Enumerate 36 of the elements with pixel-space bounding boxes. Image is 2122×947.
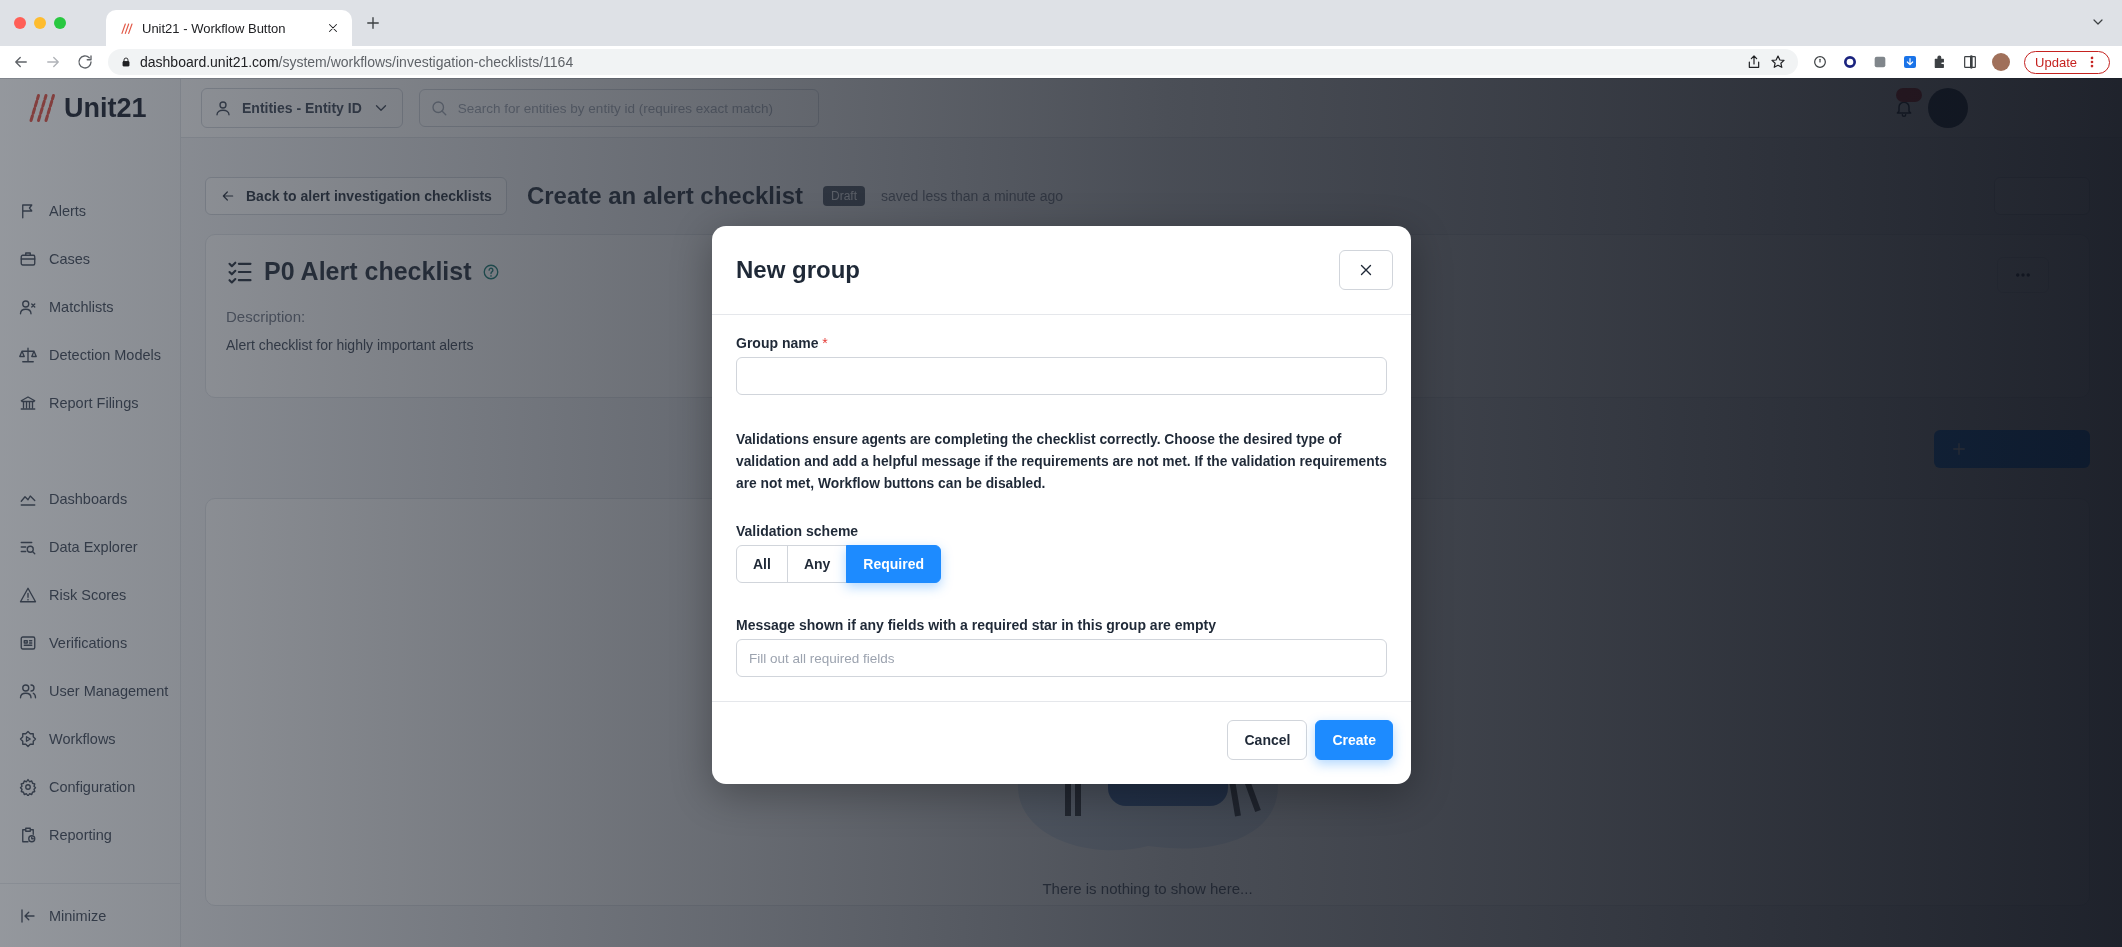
close-icon — [326, 21, 340, 35]
help-text: Validations ensure agents are completing the checklist correctly. Choose the desired type of validation and add a helpful message if the requirements are not met. If the validation requirements are not met, Workflow buttons can be disabled. — [736, 431, 1387, 493]
update-button[interactable]: Update — [2024, 50, 2110, 74]
description-label: Description: — [226, 308, 307, 325]
description-text: Alert checklist for highly important alerts — [226, 337, 474, 353]
create-button[interactable]: Create — [1315, 720, 1393, 760]
lock-icon — [120, 56, 132, 68]
cancel-button[interactable]: Cancel — [1227, 720, 1308, 760]
address-bar[interactable]: dashboard.unit21.com/system/workflows/investigation-checklists/1164 — [108, 49, 1799, 75]
star-icon — [1770, 54, 1787, 70]
reload-icon — [76, 53, 94, 71]
profile-avatar[interactable] — [1992, 53, 2011, 71]
close-window-button[interactable] — [14, 17, 26, 29]
segment-option[interactable]: All — [736, 545, 788, 583]
logo-icon — [118, 20, 134, 36]
dialog-title: New group — [736, 256, 860, 284]
segment-option[interactable]: Any — [786, 545, 848, 583]
plus-icon — [364, 14, 382, 32]
segment-option[interactable]: Required — [846, 545, 942, 583]
download-icon — [1902, 54, 1919, 70]
zoom-window-button[interactable] — [54, 17, 66, 29]
field-label: Message shown if any fields with a required star in this group are empty — [736, 617, 1217, 633]
browser-tab[interactable]: Unit21 - Workflow Button — [106, 10, 352, 46]
page-title: Create an alert checklist — [526, 182, 803, 210]
extension-icon — [1812, 54, 1829, 70]
group-name-field[interactable] — [736, 357, 1387, 395]
field-label: Group name * — [736, 335, 829, 351]
close-button[interactable] — [1339, 250, 1393, 290]
logo-text: Unit21 — [64, 92, 147, 124]
field-label: Validation scheme — [736, 523, 860, 539]
message-field[interactable]: Fill out all required fields — [736, 639, 1387, 677]
minimize-window-button[interactable] — [34, 17, 46, 29]
url-text: dashboard.unit21.com/system/workflows/investigation-checklists/1164 — [140, 54, 574, 70]
checklist-title: P0 Alert checklist — [264, 257, 472, 286]
side-panel-icon — [1962, 54, 1979, 70]
ring-icon — [1842, 54, 1859, 70]
